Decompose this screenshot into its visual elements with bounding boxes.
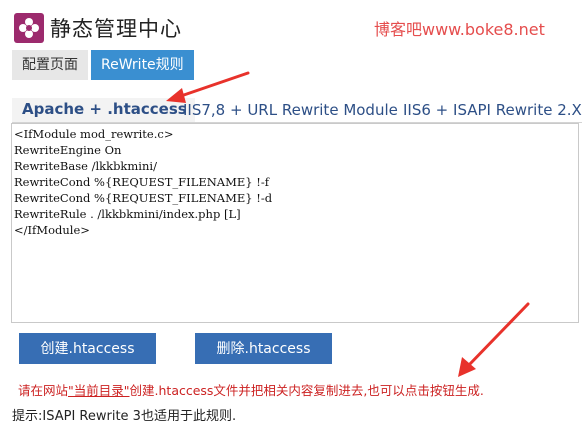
- tab-iis6-isapi-rewrite[interactable]: IIS6 + ISAPI Rewrite 2.X: [403, 101, 582, 119]
- rewrite-rules-button[interactable]: ReWrite规则: [91, 50, 194, 80]
- app-title: 静态管理中心: [50, 17, 182, 41]
- watermark-text: 博客吧www.boke8.net: [374, 20, 545, 39]
- notice-suffix: 创建.htaccess文件并把相关内容复制进去,也可以点击按钮生成.: [129, 383, 484, 398]
- rewrite-code-textarea[interactable]: <IfModule mod_rewrite.c> RewriteEngine O…: [11, 123, 579, 323]
- create-htaccess-button[interactable]: 创建.htaccess: [19, 333, 156, 364]
- tab-apache-htaccess[interactable]: Apache + .htaccess: [12, 98, 195, 124]
- app-logo: [14, 13, 44, 43]
- notice-highlight: "当前目录": [68, 383, 130, 398]
- tab-iis-url-rewrite[interactable]: IIS7,8 + URL Rewrite Module: [183, 101, 398, 119]
- tip-text: 提示:ISAPI Rewrite 3也适用于此规则.: [12, 409, 237, 424]
- instruction-notice: 请在网站"当前目录"创建.htaccess文件并把相关内容复制进去,也可以点击按…: [18, 380, 484, 399]
- config-page-button[interactable]: 配置页面: [12, 50, 88, 80]
- delete-htaccess-button[interactable]: 删除.htaccess: [195, 333, 332, 364]
- flower-icon: [19, 18, 39, 38]
- notice-prefix: 请在网站: [18, 383, 69, 398]
